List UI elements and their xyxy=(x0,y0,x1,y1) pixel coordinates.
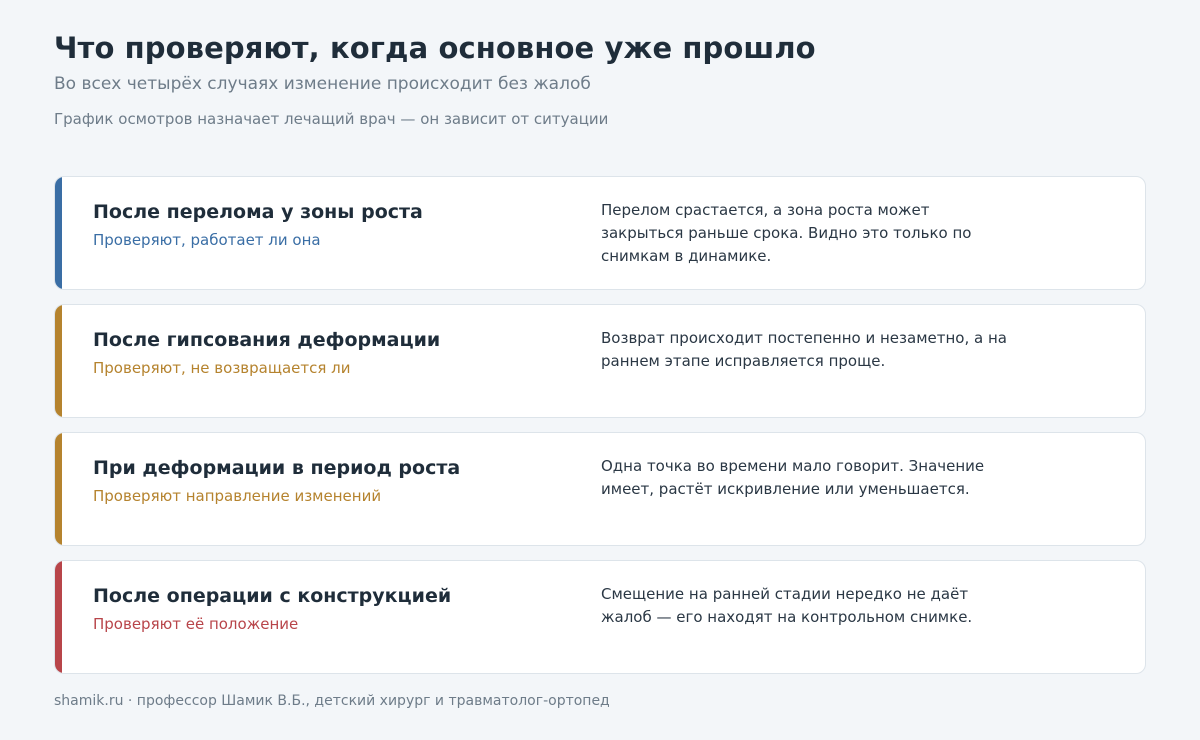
card-subheading: Проверяют, работает ли она xyxy=(93,231,321,249)
page-subtitle: Во всех четырёх случаях изменение происх… xyxy=(54,74,591,94)
card-left: При деформации в период роста Проверяют … xyxy=(93,455,553,506)
card-left: После гипсования деформации Проверяют, н… xyxy=(93,327,553,378)
card-subheading: Проверяют, не возвращается ли xyxy=(93,359,351,377)
page-note: График осмотров назначает лечащий врач —… xyxy=(54,110,609,128)
page-footer: shamik.ru · профессор Шамик В.Б., детски… xyxy=(54,693,610,709)
card-subheading: Проверяют её положение xyxy=(93,615,299,633)
card-left: После перелома у зоны роста Проверяют, р… xyxy=(93,199,553,250)
card-accent-bar xyxy=(55,561,62,673)
card-heading: При деформации в период роста xyxy=(93,457,461,479)
card-casting-deformity: После гипсования деформации Проверяют, н… xyxy=(54,304,1146,418)
page-title: Что проверяют, когда основное уже прошло xyxy=(54,31,816,65)
card-accent-bar xyxy=(55,305,62,417)
card-description: Одна точка во времени мало говорит. Знач… xyxy=(601,457,985,498)
card-heading: После операции с конструкцией xyxy=(93,585,452,607)
card-description: Смещение на ранней стадии нередко не даё… xyxy=(601,585,973,626)
card-subheading: Проверяют направление изменений xyxy=(93,487,382,505)
card-deformity-growth: При деформации в период роста Проверяют … xyxy=(54,432,1146,546)
card-description: Перелом срастается, а зона роста может з… xyxy=(601,201,972,265)
cards-list: После перелома у зоны роста Проверяют, р… xyxy=(54,176,1146,688)
card-surgery-implant: После операции с конструкцией Проверяют … xyxy=(54,560,1146,674)
card-heading: После перелома у зоны роста xyxy=(93,201,423,223)
card-heading: После гипсования деформации xyxy=(93,329,441,351)
card-left: После операции с конструкцией Проверяют … xyxy=(93,583,553,634)
card-fracture-growth-zone: После перелома у зоны роста Проверяют, р… xyxy=(54,176,1146,290)
page-header: Что проверяют, когда основное уже прошло… xyxy=(54,30,1146,129)
card-accent-bar xyxy=(55,177,62,289)
card-accent-bar xyxy=(55,433,62,545)
card-description: Возврат происходит постепенно и незаметн… xyxy=(601,329,1007,370)
